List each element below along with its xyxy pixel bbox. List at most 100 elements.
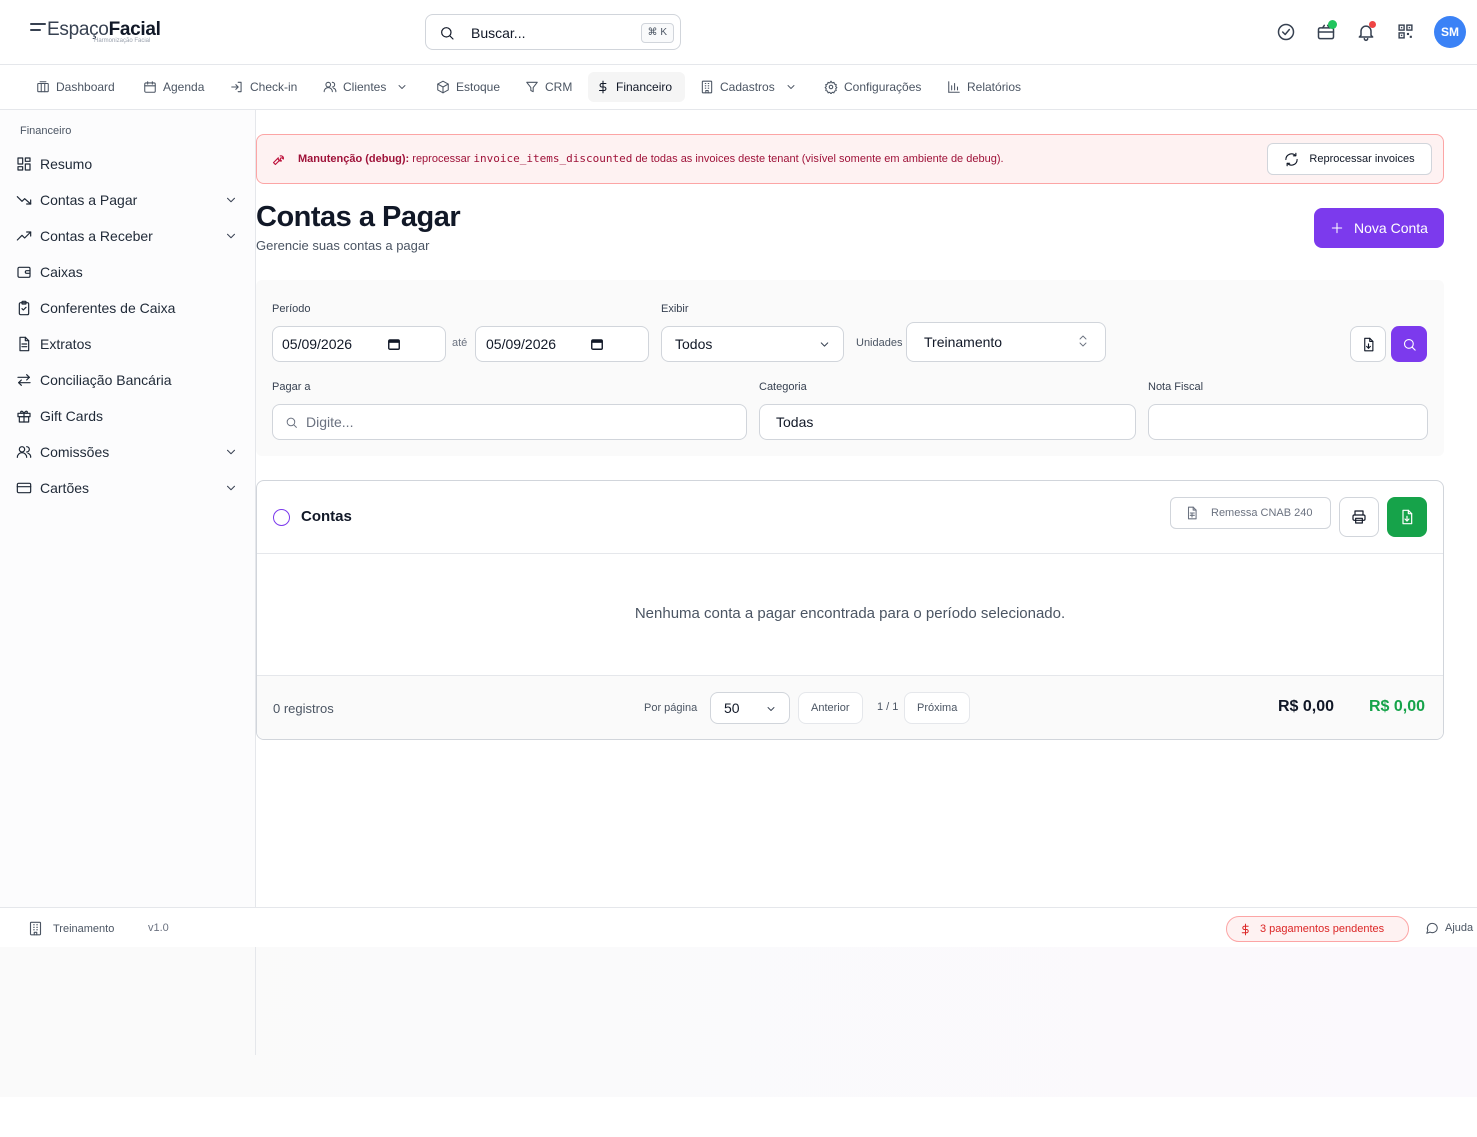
building-icon [701, 80, 713, 94]
trending-up-icon [16, 231, 32, 241]
nav-financeiro[interactable]: Financeiro [588, 72, 685, 102]
page-subtitle: Gerencie suas contas a pagar [256, 238, 430, 253]
pending-payments-label: 3 pagamentos pendentes [1260, 923, 1385, 935]
help-link[interactable]: Ajuda [1425, 921, 1473, 935]
brand-logo[interactable]: EspaçoFacial Harmonização Facial [30, 19, 161, 47]
top-header: EspaçoFacial Harmonização Facial Buscar.… [0, 0, 1477, 65]
filters-panel: Período 05/09/2026 até 05/09/2026 Exibir… [256, 280, 1444, 456]
nav-agenda[interactable]: Agenda [135, 72, 212, 102]
sidebar-item-gift-cards[interactable]: Gift Cards [16, 402, 244, 430]
nav-check-in[interactable]: Check-in [222, 72, 305, 102]
cnab-label: Remessa CNAB 240 [1211, 507, 1313, 519]
clipboard-check-icon [18, 300, 30, 316]
sidebar-item-label: Comissões [40, 444, 110, 460]
sidebar-item-label: Conciliação Bancária [40, 372, 172, 388]
nav-label: Check-in [250, 80, 298, 94]
excel-export-button[interactable] [1387, 497, 1427, 537]
sidebar-item-conferentes-de-caixa[interactable]: Conferentes de Caixa [16, 294, 244, 322]
nav-label: Estoque [456, 80, 501, 94]
chevron-down-icon[interactable] [224, 229, 238, 243]
cnab-export-button[interactable]: Remessa CNAB 240 [1170, 497, 1331, 529]
sidebar-item-extratos[interactable]: Extratos [16, 330, 244, 358]
nav-cadastros[interactable]: Cadastros [692, 72, 805, 102]
sidebar-item-contas-a-receber[interactable]: Contas a Receber [16, 222, 244, 250]
filter-icon [526, 81, 538, 93]
nav-configuracoes[interactable]: Configurações [816, 72, 929, 102]
calendar-icon[interactable] [387, 337, 401, 351]
nav-estoque[interactable]: Estoque [428, 72, 508, 102]
previous-page-button[interactable]: Anterior [798, 692, 863, 724]
calendar-icon [144, 81, 156, 93]
export-file-button[interactable] [1350, 326, 1386, 362]
chevron-down-icon [787, 85, 795, 89]
help-label: Ajuda [1445, 922, 1474, 934]
sidebar-item-label: Conferentes de Caixa [40, 300, 176, 316]
notification-dot-red [1369, 21, 1376, 28]
category-select[interactable]: Todas [759, 404, 1136, 440]
units-select[interactable]: Treinamento [906, 322, 1106, 362]
search-icon [286, 417, 297, 428]
date-to-input[interactable]: 05/09/2026 [475, 326, 649, 362]
sidebar-item-caixas[interactable]: Caixas [16, 258, 244, 286]
units-label: Unidades [856, 337, 903, 349]
per-page-select[interactable]: 50 [710, 692, 790, 724]
sidebar-item-comissoes[interactable]: Comissões [16, 438, 244, 466]
brand-tagline: Harmonização Facial [94, 38, 151, 44]
chevron-down-icon[interactable] [224, 193, 238, 207]
print-button[interactable] [1339, 497, 1379, 537]
grid-icon [17, 157, 31, 171]
notifications-button[interactable] [1356, 21, 1378, 44]
debug-title: Manutenção (debug): [298, 153, 410, 165]
invoice-label: Nota Fiscal [1148, 381, 1204, 393]
invoice-input[interactable] [1148, 404, 1428, 440]
sidebar-item-contas-a-pagar[interactable]: Contas a Pagar [16, 186, 244, 214]
app-version: v1.0 [148, 922, 169, 934]
nav-label: Agenda [163, 80, 205, 94]
sidebar-item-label: Contas a Pagar [40, 192, 138, 208]
brand-name-light: Espaço [47, 19, 109, 40]
debug-text-before: reprocessar [412, 153, 471, 165]
per-page-label: Por página [644, 702, 698, 714]
pay-to-label: Pagar a [272, 381, 311, 393]
sidebar-item-label: Resumo [40, 156, 93, 172]
calendar-icon[interactable] [590, 337, 604, 351]
page-title: Contas a Pagar [256, 201, 461, 233]
nav-relatorios[interactable]: Relatórios [939, 72, 1029, 102]
box-icon [437, 80, 449, 94]
user-avatar[interactable]: SM [1434, 16, 1466, 48]
per-page-value: 50 [724, 700, 740, 716]
sidebar-item-conciliacao-bancaria[interactable]: Conciliação Bancária [16, 366, 244, 394]
chevrons-up-down-icon [1079, 335, 1087, 347]
select-all-checkbox[interactable] [273, 509, 290, 526]
search-button[interactable] [1391, 326, 1427, 362]
date-from-input[interactable]: 05/09/2026 [272, 326, 446, 362]
sidebar-item-cartoes[interactable]: Cartões [16, 474, 244, 502]
chevron-down-icon[interactable] [224, 481, 238, 495]
pay-to-input[interactable]: Digite... [272, 404, 747, 440]
new-account-button[interactable]: Nova Conta [1314, 208, 1444, 248]
sidebar-item-label: Contas a Receber [40, 228, 153, 244]
sidebar-title: Financeiro [20, 125, 72, 137]
nav-dashboard[interactable]: Dashboard [28, 72, 123, 102]
date-from-value: 05/09/2026 [282, 336, 353, 352]
printer-icon [1352, 510, 1366, 524]
file-spreadsheet-icon [1187, 506, 1197, 520]
sidebar-item-label: Caixas [40, 264, 83, 280]
next-page-button[interactable]: Próxima [904, 692, 971, 724]
global-search[interactable]: Buscar... ⌘ K [425, 14, 681, 50]
nav-clientes[interactable]: Clientes [315, 72, 416, 102]
chevron-down-icon[interactable] [224, 445, 238, 459]
gift-card-button[interactable] [1316, 20, 1338, 44]
show-select[interactable]: Todos [661, 326, 844, 362]
current-unit[interactable]: Treinamento [28, 921, 114, 936]
nav-crm[interactable]: CRM [517, 72, 580, 102]
check-circle-icon[interactable] [1276, 22, 1296, 42]
plus-icon [1331, 222, 1343, 234]
qr-code-icon[interactable] [1397, 23, 1414, 40]
units-value: Treinamento [924, 334, 1003, 350]
new-account-label: Nova Conta [1354, 220, 1428, 236]
reprocess-invoices-button[interactable]: Reprocessar invoices [1267, 143, 1432, 175]
pending-payments-badge[interactable]: 3 pagamentos pendentes [1226, 916, 1409, 942]
date-to-value: 05/09/2026 [486, 336, 557, 352]
sidebar-item-resumo[interactable]: Resumo [16, 150, 244, 178]
